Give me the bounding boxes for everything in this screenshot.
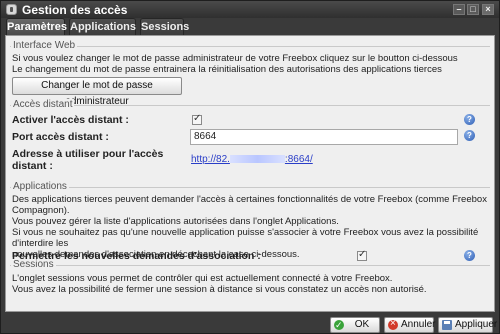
sessions-legend: Sessions: [11, 259, 56, 270]
ok-button-label: OK: [354, 319, 370, 330]
applications-legend: Applications: [11, 181, 69, 192]
apply-button-label: Appliquer: [455, 319, 498, 330]
remote-address-prefix: http://82.: [191, 154, 230, 165]
help-icon[interactable]: ?: [464, 114, 475, 125]
cancel-button[interactable]: Annuler: [384, 317, 436, 333]
applications-line-4: Si vous ne souhaitez pas qu'une nouvelle…: [12, 227, 479, 249]
lock-icon: [6, 4, 17, 15]
tab-sessions[interactable]: Sessions: [140, 18, 189, 35]
interface-web-line-1: Si vous voulez changer le mot de passe a…: [12, 53, 458, 64]
checkmark-icon: ✓: [193, 113, 202, 124]
remote-address-link[interactable]: http://82. :8664/: [191, 154, 313, 165]
apply-button[interactable]: Appliquer: [438, 317, 498, 333]
interface-web-section: Interface Web Si vous voulez changer le …: [10, 40, 490, 107]
remote-address-label: Adresse à utiliser pour l'accès distant …: [12, 148, 163, 172]
applications-section: Applications Des applications tierces pe…: [10, 181, 490, 262]
applications-line-2: Compagnon).: [12, 205, 70, 216]
remote-port-label: Port accès distant :: [12, 131, 109, 143]
settings-panel: Interface Web Si vous voulez changer le …: [5, 35, 495, 312]
close-button[interactable]: ×: [482, 4, 494, 15]
check-circle-icon: [334, 318, 344, 332]
sessions-line-2: Vous avez la possibilité de fermer une s…: [12, 284, 427, 295]
redacted-address-blur: [229, 155, 285, 164]
change-admin-password-button[interactable]: Changer le mot de passe administrateur: [12, 77, 182, 107]
access-management-window: Gestion des accès – □ × Paramètres Appli…: [0, 0, 500, 334]
remote-address-label-line-2: distant :: [12, 160, 53, 172]
help-icon[interactable]: ?: [464, 250, 475, 261]
help-icon[interactable]: ?: [464, 130, 475, 141]
title-bar[interactable]: Gestion des accès – □ ×: [1, 1, 499, 18]
allow-association-checkbox[interactable]: ✓: [357, 249, 367, 261]
sessions-description: L'onglet sessions vous permet de contrôl…: [12, 273, 427, 295]
sessions-line-1: L'onglet sessions vous permet de contrôl…: [12, 273, 393, 284]
applications-line-1: Des applications tierces peuvent demande…: [12, 194, 487, 205]
remote-access-legend: Accès distant: [11, 99, 75, 110]
maximize-button[interactable]: □: [467, 4, 479, 15]
ok-button[interactable]: OK: [330, 317, 380, 333]
save-icon: [442, 320, 452, 330]
remote-address-suffix: :8664/: [284, 154, 313, 165]
cancel-icon: [388, 317, 398, 331]
cancel-button-label: Annuler: [401, 319, 436, 330]
enable-remote-access-checkbox[interactable]: ✓: [192, 113, 202, 125]
interface-web-legend: Interface Web: [11, 40, 78, 51]
interface-web-description: Si vous voulez changer le mot de passe a…: [12, 53, 458, 75]
remote-address-label-line-1: Adresse à utiliser pour l'accès: [12, 148, 164, 160]
sessions-section: Sessions L'onglet sessions vous permet d…: [10, 259, 490, 301]
remote-port-input[interactable]: 8664: [190, 129, 458, 145]
tab-applications[interactable]: Applications: [69, 18, 136, 35]
window-title: Gestion des accès: [22, 3, 128, 17]
tab-parametres[interactable]: Paramètres: [6, 18, 67, 35]
interface-web-line-2: Le changement du mot de passe entrainera…: [12, 64, 442, 75]
minimize-button[interactable]: –: [453, 4, 465, 15]
checkmark-icon: ✓: [358, 249, 367, 260]
enable-remote-access-label: Activer l'accès distant :: [12, 114, 129, 126]
applications-line-3: Vous pouvez gérer la liste d'application…: [12, 216, 339, 227]
remote-access-section: Accès distant Activer l'accès distant : …: [10, 99, 490, 181]
